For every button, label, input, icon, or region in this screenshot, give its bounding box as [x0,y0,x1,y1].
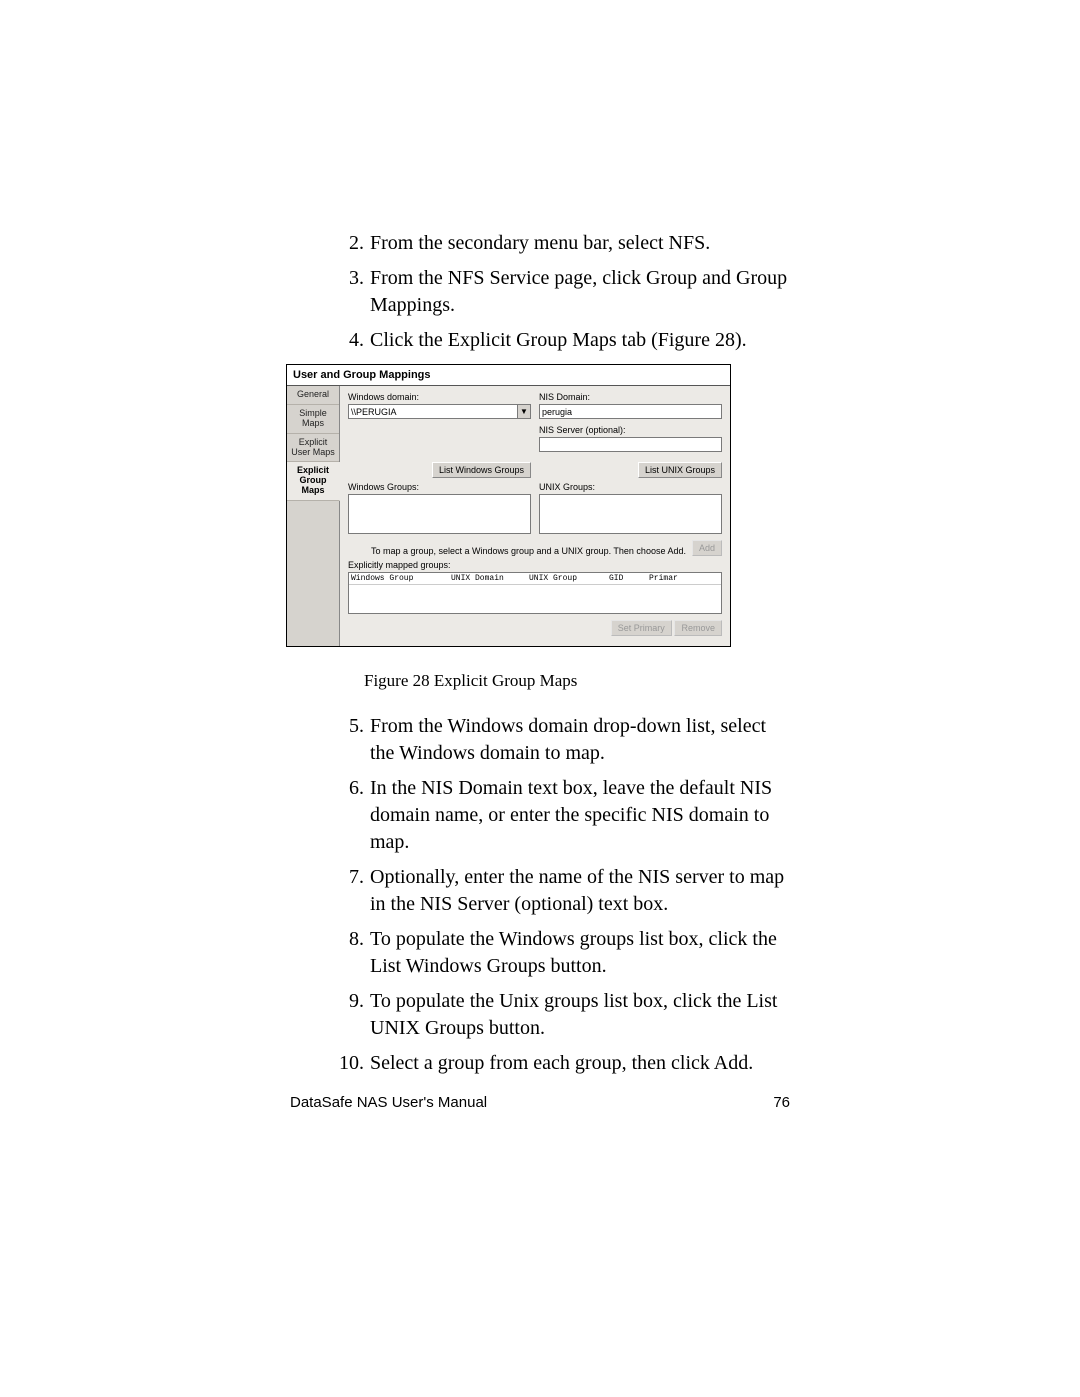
nis-domain-input[interactable] [539,404,722,419]
step-text: Optionally, enter the name of the NIS se… [370,864,790,918]
step-text: To populate the Unix groups list box, cl… [370,988,790,1042]
step-text: Click the Explicit Group Maps tab (Figur… [370,327,790,354]
nis-domain-label: NIS Domain: [539,392,722,402]
step-8: 8. To populate the Windows groups list b… [330,926,790,980]
tab-general[interactable]: General [287,386,339,405]
add-button[interactable]: Add [692,540,722,556]
col-gid: GID [609,574,649,583]
windows-domain-label: Windows domain: [348,392,531,402]
step-text: In the NIS Domain text box, leave the de… [370,775,790,856]
tab-simple-maps[interactable]: Simple Maps [287,405,339,434]
remove-button[interactable]: Remove [674,620,722,636]
windows-groups-listbox[interactable] [348,494,531,534]
step-number: 5. [330,713,370,767]
step-number: 2. [330,230,370,257]
mapped-groups-table[interactable]: Windows Group UNIX Domain UNIX Group GID… [348,572,722,614]
step-6: 6. In the NIS Domain text box, leave the… [330,775,790,856]
unix-groups-listbox[interactable] [539,494,722,534]
tab-explicit-user-maps[interactable]: Explicit User Maps [287,434,339,463]
dialog-title: User and Group Mappings [287,365,730,386]
map-hint-text: To map a group, select a Windows group a… [348,546,686,556]
step-number: 6. [330,775,370,856]
col-unix-domain: UNIX Domain [451,574,529,583]
step-9: 9. To populate the Unix groups list box,… [330,988,790,1042]
windows-domain-select[interactable] [348,404,531,419]
step-5: 5. From the Windows domain drop-down lis… [330,713,790,767]
list-windows-groups-button[interactable]: List Windows Groups [432,462,531,478]
col-primary: Primar [649,574,719,583]
unix-groups-label: UNIX Groups: [539,482,722,492]
step-10: 10. Select a group from each group, then… [330,1050,790,1077]
step-number: 7. [330,864,370,918]
chevron-down-icon[interactable]: ▼ [517,405,530,418]
tab-explicit-group-maps[interactable]: Explicit Group Maps [287,462,340,501]
page-number: 76 [773,1094,790,1111]
nis-server-input[interactable] [539,437,722,452]
dialog-tabs: General Simple Maps Explicit User Maps E… [287,386,340,646]
figure-caption: Figure 28 Explicit Group Maps [364,671,790,691]
step-4: 4. Click the Explicit Group Maps tab (Fi… [330,327,790,354]
step-7: 7. Optionally, enter the name of the NIS… [330,864,790,918]
page-footer: DataSafe NAS User's Manual 76 [290,1094,790,1111]
dialog-panel: Windows domain: ▼ NIS Domain: NIS Server… [340,386,730,646]
set-primary-button[interactable]: Set Primary [611,620,672,636]
table-header-row: Windows Group UNIX Domain UNIX Group GID… [349,573,721,585]
step-text: From the NFS Service page, click Group a… [370,265,790,319]
col-unix-group: UNIX Group [529,574,609,583]
list-unix-groups-button[interactable]: List UNIX Groups [638,462,722,478]
col-windows-group: Windows Group [351,574,451,583]
windows-groups-label: Windows Groups: [348,482,531,492]
explicitly-mapped-label: Explicitly mapped groups: [348,560,722,570]
document-page: 2. From the secondary menu bar, select N… [0,0,1080,1397]
step-text: From the Windows domain drop-down list, … [370,713,790,767]
step-3: 3. From the NFS Service page, click Grou… [330,265,790,319]
step-text: Select a group from each group, then cli… [370,1050,790,1077]
step-number: 4. [330,327,370,354]
step-2: 2. From the secondary menu bar, select N… [330,230,790,257]
user-group-mappings-dialog: User and Group Mappings General Simple M… [286,364,731,647]
nis-server-label: NIS Server (optional): [539,425,722,435]
step-text: To populate the Windows groups list box,… [370,926,790,980]
step-number: 8. [330,926,370,980]
step-text: From the secondary menu bar, select NFS. [370,230,790,257]
step-number: 10. [330,1050,370,1077]
step-number: 9. [330,988,370,1042]
step-number: 3. [330,265,370,319]
footer-title: DataSafe NAS User's Manual [290,1094,487,1111]
